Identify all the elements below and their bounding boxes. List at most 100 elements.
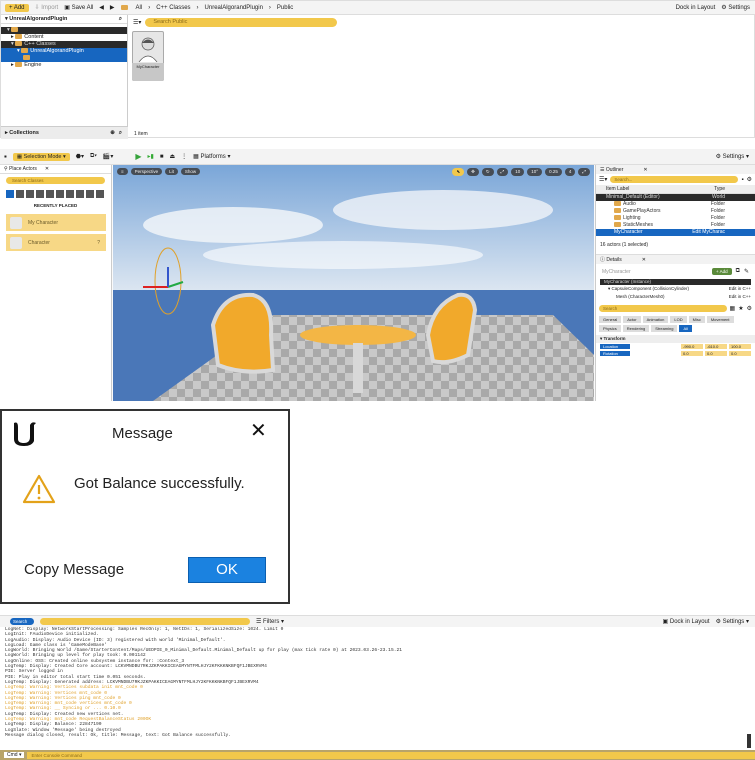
platforms-button[interactable]: ▦ Platforms ▾ [193, 153, 230, 160]
actor-item-my-character[interactable]: My Character [6, 214, 106, 231]
history-forward-icon[interactable]: ▶ [110, 4, 115, 11]
tree-item-public[interactable] [1, 55, 127, 62]
rotate-tool-icon[interactable]: ↻ [481, 168, 494, 176]
rotation-x[interactable]: 0.0 [681, 351, 703, 356]
filter-icon[interactable]: ☰▾ [599, 176, 607, 183]
details-tab[interactable]: ⓘ Details ✕ [596, 255, 755, 264]
filter-tab[interactable]: Physics [599, 325, 621, 332]
settings-icon[interactable]: ⚙ [747, 176, 752, 183]
maximize-icon[interactable]: ⤢ [578, 168, 590, 176]
component-row[interactable]: Mesh (CharacterMesh0) Edit in C++ [600, 293, 751, 301]
collections-bar[interactable]: ▸ Collections ⊕ ⌕ [1, 126, 128, 139]
place-actors-tab[interactable]: ⚲ Place Actors ✕ [0, 165, 111, 174]
tree-item-plugin[interactable]: ▾ UnrealAlgorandPlugin [1, 48, 127, 55]
settings-button[interactable]: ⚙ Settings ▾ [716, 618, 749, 625]
settings-button[interactable]: ⚙ Settings [721, 4, 750, 11]
filter-tab[interactable]: Rendering [622, 325, 650, 332]
scale-snap-button[interactable]: 0.25 [545, 168, 562, 176]
tree-item-root[interactable]: ▾ [1, 27, 127, 34]
help-icon[interactable]: ? [97, 240, 100, 246]
close-icon[interactable]: ✕ [250, 421, 267, 441]
actor-name-field[interactable]: MyCharacter [602, 269, 631, 275]
level-viewport[interactable]: ≡ Perspective Lit Show ⬉ ✥ ↻ ⤢ 10 10° 0.… [113, 165, 594, 401]
location-dropdown[interactable]: Location [600, 344, 630, 349]
rotation-z[interactable]: 0.0 [729, 351, 751, 356]
add-folder-icon[interactable]: ▪ [741, 177, 743, 183]
filter-tab[interactable]: LOD [670, 316, 687, 323]
filter-tab[interactable]: Misc [688, 316, 705, 323]
basic-category-icon[interactable] [16, 190, 24, 198]
rotation-dropdown[interactable]: Rotation [600, 351, 630, 356]
recent-category-icon[interactable] [6, 190, 14, 198]
search-log-field[interactable] [40, 618, 250, 625]
cinematic-category-icon[interactable] [46, 190, 54, 198]
import-button[interactable]: ⇩ Import [35, 4, 59, 11]
col-type[interactable]: Type [714, 186, 725, 192]
dock-in-layout-button[interactable]: ▣ Dock in Layout [663, 618, 710, 625]
history-back-icon[interactable]: ◀ [99, 4, 104, 11]
cmd-type-dropdown[interactable]: Cmd ▾ [4, 752, 25, 758]
breadcrumb-public[interactable]: Public [277, 5, 293, 11]
save-icon[interactable]: ▪ [4, 152, 7, 161]
location-z[interactable]: 100.0 [729, 344, 751, 349]
search-icon[interactable]: ⌕ [119, 16, 122, 23]
search-classes-input[interactable]: Search Classes [6, 177, 105, 184]
outliner-tab[interactable]: ☰ Outliner ✕ [596, 165, 755, 174]
filter-tab[interactable]: Animation [642, 316, 669, 323]
add-collection-icon[interactable]: ⊕ [110, 130, 115, 136]
settings-button[interactable]: ⚙ Settings ▾ [716, 153, 749, 160]
visual-effects-category-icon[interactable] [56, 190, 64, 198]
filters-button[interactable]: ☰ Filters ▾ [256, 618, 284, 625]
more-icon[interactable]: ⋮ [181, 153, 187, 160]
settings-icon[interactable]: ⚙ [747, 305, 752, 312]
actor-item-character[interactable]: Character ? [6, 234, 106, 251]
volumes-category-icon[interactable] [66, 190, 74, 198]
search-log-input[interactable]: Search Log [10, 618, 34, 631]
outliner-row[interactable]: Minimal_Default (Editor) World [596, 194, 755, 201]
grid-icon[interactable]: ▦ [730, 305, 736, 312]
translate-tool-icon[interactable]: ✥ [467, 168, 479, 176]
rotation-y[interactable]: 0.0 [705, 351, 727, 356]
camera-speed-button[interactable]: 4 [564, 168, 576, 176]
outliner-row[interactable]: GamePlayActors Folder [596, 208, 755, 215]
location-y[interactable]: -610.0 [705, 344, 727, 349]
lit-button[interactable]: Lit [165, 168, 178, 175]
quick-add-icon[interactable]: ⬣▾ [76, 153, 84, 160]
selection-mode-button[interactable]: ▦ Selection Mode ▾ [12, 152, 70, 161]
play-button[interactable]: ▶ [135, 152, 141, 161]
search-icon[interactable]: ⌕ [119, 130, 122, 137]
stop-icon[interactable]: ■ [160, 154, 164, 160]
geometry-category-icon[interactable] [86, 190, 94, 198]
tree-item-engine[interactable]: ▸ Engine [1, 62, 127, 69]
select-tool-icon[interactable]: ⬉ [452, 168, 465, 176]
blueprint-icon[interactable]: ⧉▾ [90, 153, 97, 160]
save-all-button[interactable]: ▣ Save All [64, 4, 93, 11]
perspective-button[interactable]: Perspective [130, 168, 163, 175]
log-scrollbar[interactable] [747, 734, 751, 748]
blueprint-icon[interactable]: ⧉ [736, 268, 740, 275]
grid-snap-button[interactable]: 10 [511, 168, 525, 176]
lights-category-icon[interactable] [26, 190, 34, 198]
filter-tab[interactable]: General [599, 316, 622, 323]
ok-button[interactable]: OK [188, 557, 266, 583]
filter-tab[interactable]: Actor [623, 316, 641, 323]
tree-item-content[interactable]: ▸ Content [1, 34, 127, 41]
filter-icon[interactable]: ☰▾ [133, 19, 141, 26]
location-x[interactable]: -990.0 [681, 344, 703, 349]
add-component-button[interactable]: + Add [712, 268, 732, 275]
dock-in-layout-button[interactable]: Dock in Layout [676, 5, 716, 11]
console-command-input[interactable]: Enter Console Command [27, 751, 755, 759]
add-button[interactable]: + Add [5, 3, 29, 12]
favorite-icon[interactable]: ★ [738, 305, 743, 312]
filter-tab-all[interactable]: All [679, 325, 692, 332]
edit-icon[interactable]: ✎ [744, 268, 749, 275]
breadcrumb-all[interactable]: All [136, 5, 143, 11]
step-icon[interactable]: ▸▮ [148, 153, 154, 160]
scale-tool-icon[interactable]: ⤢ [496, 168, 509, 176]
component-row[interactable]: ▾ CapsuleComponent (CollisionCylinder) Ed… [600, 285, 751, 293]
outliner-row[interactable]: Lighting Folder [596, 215, 755, 222]
details-search-input[interactable]: Search [599, 305, 727, 312]
viewport-menu-button[interactable]: ≡ [117, 168, 128, 175]
filter-tab[interactable]: Movement [706, 316, 734, 323]
outliner-row-selected[interactable]: MyCharacter Edit MyCharac [596, 229, 755, 236]
